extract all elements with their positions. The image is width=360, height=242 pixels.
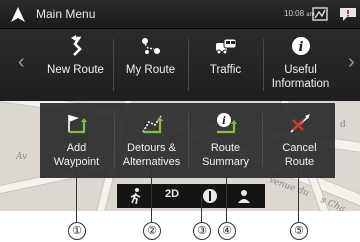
menu-item-useful-information[interactable]: i Useful Information <box>264 29 337 101</box>
clock-time: 10:08 <box>284 9 305 18</box>
menu-item-label: My Route <box>125 64 176 76</box>
callout-5: ⑤ <box>290 222 308 240</box>
new-route-icon <box>71 35 82 56</box>
button-label-line1: Route <box>210 142 241 154</box>
callout-line <box>298 167 299 222</box>
menu-item-my-route[interactable]: My Route <box>114 29 187 101</box>
title-bar: Main Menu 10:08 am <box>0 0 360 29</box>
menu-item-traffic[interactable]: Traffic <box>189 29 262 101</box>
traffic-icon <box>216 38 237 55</box>
detours-icon <box>142 115 163 134</box>
main-menu-strip: ‹ › New Route My Route Traffic i Useful … <box>0 29 360 101</box>
street-label: d <box>340 120 346 130</box>
clock: 10:08 am <box>284 9 315 18</box>
menu-item-label: Useful Information <box>264 63 337 91</box>
navigation-arrow-icon[interactable] <box>9 6 27 24</box>
callout-3: ③ <box>193 222 211 240</box>
callout-line <box>226 167 227 222</box>
callout-4: ④ <box>218 222 236 240</box>
button-label-line1: Detours & <box>127 142 176 154</box>
add-waypoint-icon <box>68 115 87 134</box>
svg-text:i: i <box>299 40 304 55</box>
map-mode-icon[interactable] <box>312 6 328 22</box>
view-mode-toggle[interactable]: 2D <box>165 188 179 206</box>
device-screen: Av venue du s Cha d Main Menu 10:08 am ‹… <box>0 0 360 211</box>
zoom-dial-icon[interactable] <box>201 187 219 205</box>
callout-line <box>151 167 152 222</box>
button-label-line1: Cancel <box>282 142 317 154</box>
callout-line <box>76 167 77 222</box>
route-options-panel: Add Waypoint Detours & Alternatives i Ro… <box>40 103 335 178</box>
chevron-right-icon[interactable]: › <box>348 51 355 74</box>
menu-item-label: Traffic <box>209 64 242 76</box>
callout-line <box>201 198 202 222</box>
callout-1: ① <box>68 222 86 240</box>
chevron-left-icon[interactable]: ‹ <box>18 51 25 74</box>
button-label-line1: Add <box>66 142 87 154</box>
message-icon[interactable] <box>338 6 358 22</box>
my-route-icon <box>142 38 160 54</box>
callout-2: ② <box>143 222 161 240</box>
menu-item-label-line2: Information <box>271 78 330 90</box>
cancel-route-button[interactable]: Cancel Route <box>263 103 336 178</box>
menu-item-label: New Route <box>47 64 104 76</box>
user-profile-icon[interactable] <box>237 187 251 205</box>
walking-person-icon[interactable] <box>129 187 143 205</box>
menu-item-label-line1: Useful <box>284 64 317 76</box>
button-label-line2: Route <box>284 156 315 168</box>
cancel-route-icon <box>290 114 310 133</box>
info-icon: i <box>292 37 310 55</box>
street-label: Av <box>16 152 28 162</box>
page-title: Main Menu <box>36 7 96 21</box>
route-summary-icon: i <box>217 113 237 134</box>
map-toolbar: 2D <box>117 184 265 208</box>
svg-text:i: i <box>222 116 226 127</box>
menu-item-new-route[interactable]: New Route <box>39 29 112 101</box>
